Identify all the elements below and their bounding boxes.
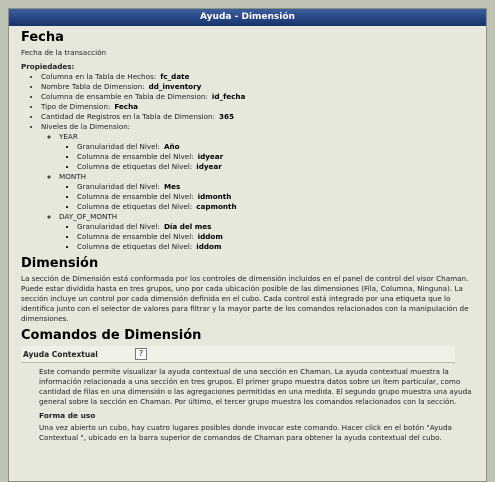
level-detail: Columna de ensamble del Nivel:idmonth <box>77 192 474 202</box>
properties-title: Propiedades: <box>21 62 75 71</box>
help-icon[interactable]: ? <box>135 348 147 360</box>
levels-list: YEAR Granularidad del Nivel:Año Columna … <box>41 132 474 252</box>
context-help-body: Este comando permite visualizar la ayuda… <box>39 367 474 443</box>
level-detail: Columna de ensamble del Nivel:idyear <box>77 152 474 162</box>
context-help-label: Ayuda Contextual <box>23 349 98 359</box>
window-title: Ayuda - Dimensión <box>9 9 486 26</box>
usage-text: Una vez abierto un cubo, hay cuatro luga… <box>39 423 452 442</box>
level-detail: Granularidad del Nivel:Mes <box>77 182 474 192</box>
level-detail: Columna de etiquetas del Nivel:idyear <box>77 162 474 172</box>
context-help-text: Este comando permite visualizar la ayuda… <box>39 367 472 406</box>
property-item: Columna en la Tabla de Hechos:fc_date <box>41 72 474 82</box>
context-help-row: Ayuda Contextual ? <box>21 346 455 363</box>
dimension-heading: Dimensión <box>21 256 99 271</box>
fecha-description: Fecha de la transacción <box>21 48 107 57</box>
property-item: Columna de ensamble en Tabla de Dimensio… <box>41 92 474 102</box>
level-detail: Granularidad del Nivel:Año <box>77 142 474 152</box>
properties-list: Columna en la Tabla de Hechos:fc_date No… <box>21 72 474 252</box>
help-content: Fecha Fecha de la transacción Propiedade… <box>9 26 486 443</box>
comandos-heading: Comandos de Dimensión <box>21 328 202 343</box>
level-detail: Columna de etiquetas del Nivel:iddom <box>77 242 474 252</box>
fecha-heading: Fecha <box>21 30 64 45</box>
help-window: Ayuda - Dimensión Fecha Fecha de la tran… <box>8 8 487 482</box>
levels-item: Niveles de la Dimension: YEAR Granularid… <box>41 122 474 252</box>
property-item: Cantidad de Registros en la Tabla de Dim… <box>41 112 474 122</box>
level-day-of-month: DAY_OF_MONTH Granularidad del Nivel:Día … <box>59 212 474 252</box>
usage-heading: Forma de uso <box>39 411 96 420</box>
level-detail: Columna de etiquetas del Nivel:capmonth <box>77 202 474 212</box>
property-item: Tipo de Dimension:Fecha <box>41 102 474 112</box>
level-month: MONTH Granularidad del Nivel:Mes Columna… <box>59 172 474 212</box>
level-year: YEAR Granularidad del Nivel:Año Columna … <box>59 132 474 172</box>
level-detail: Columna de ensamble del Nivel:iddom <box>77 232 474 242</box>
level-detail: Granularidad del Nivel:Día del mes <box>77 222 474 232</box>
property-item: Nombre Tabla de Dimension:dd_inventory <box>41 82 474 92</box>
dimension-text: La sección de Dimensión está conformada … <box>21 274 469 323</box>
